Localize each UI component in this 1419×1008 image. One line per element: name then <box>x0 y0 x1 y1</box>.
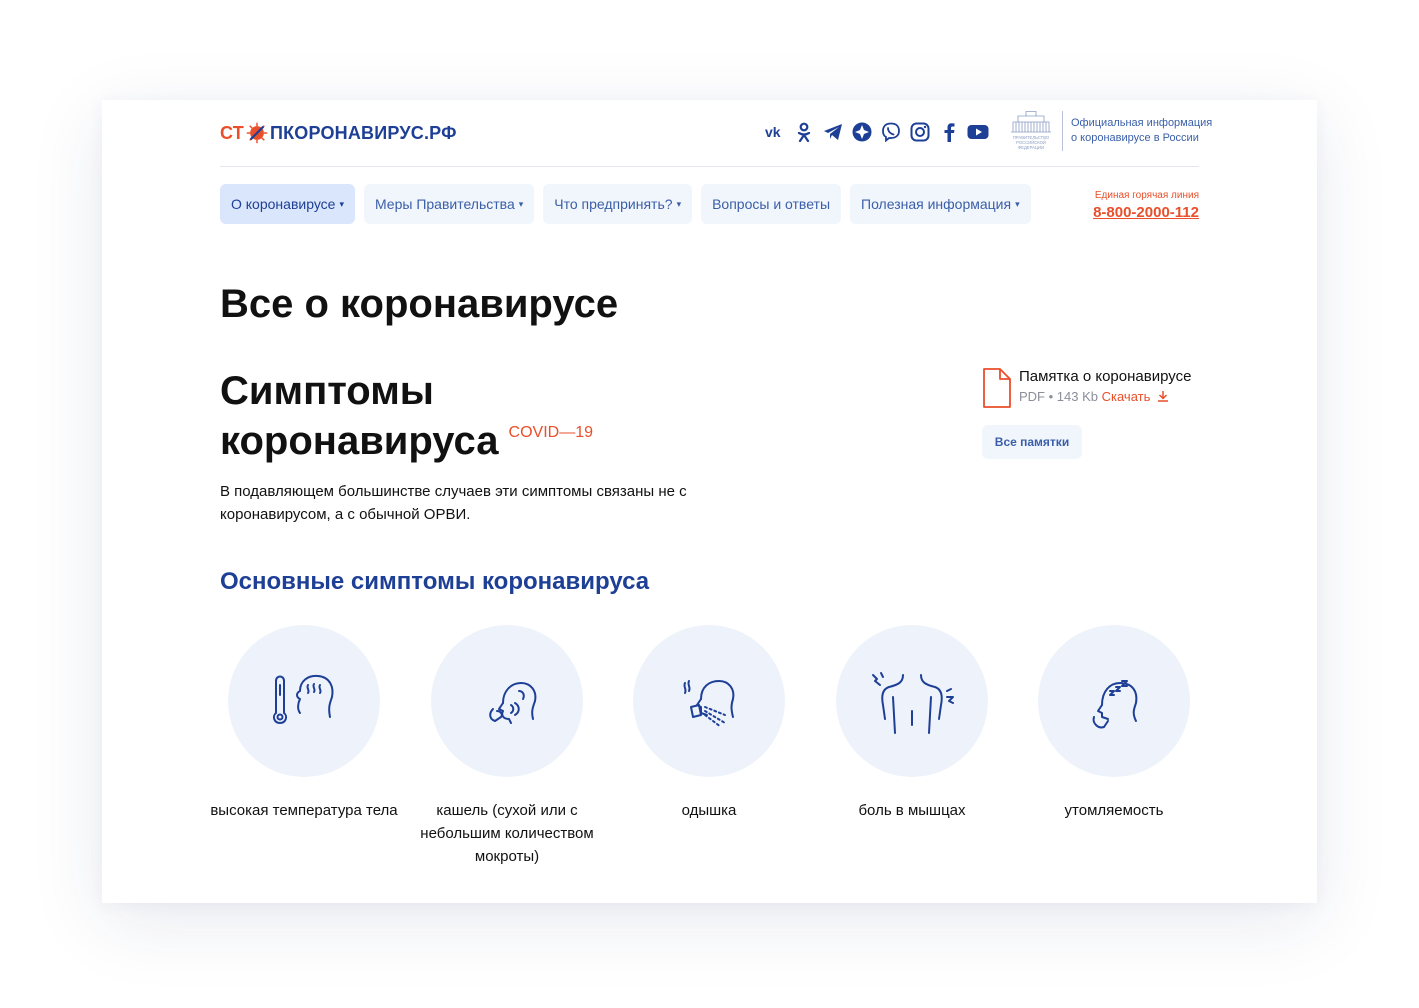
nav-item-label: О коронавирусе <box>231 196 336 212</box>
hotline-label: Единая горячая линия <box>1094 190 1199 201</box>
symptom-label: боль в мышцах <box>858 802 966 819</box>
yandex-zen-icon[interactable] <box>851 121 873 143</box>
chevron-down-icon: ▾ <box>518 198 524 209</box>
download-label: Скачать <box>1101 389 1151 404</box>
facebook-icon[interactable] <box>938 121 960 143</box>
svg-text:vk: vk <box>765 125 781 139</box>
nav-item-label: Меры Правительства <box>374 196 515 212</box>
social-links: vk <box>764 121 989 143</box>
lead-text: В подавляющем большинстве случаев эти си… <box>220 483 687 523</box>
site-logo[interactable]: СТ ПКОРОНАВИРУС.РФ <box>220 118 457 148</box>
all-memos-button[interactable]: Все памятки <box>982 425 1082 459</box>
symptom-item-breath: одышка <box>609 625 809 822</box>
youtube-icon[interactable] <box>967 121 989 143</box>
gov-info[interactable]: ПРАВИТЕЛЬСТВО РОССИЙСКОЙ ФЕДЕРАЦИИ Офици… <box>1008 110 1212 152</box>
symptom-label: утомляемость <box>1064 802 1164 819</box>
section-title-line2: коронавируса COVID—19 <box>220 416 593 466</box>
nav-item-faq[interactable]: Вопросы и ответы <box>701 184 841 224</box>
covid-tag: COVID—19 <box>508 424 593 441</box>
nav-item-about-coronavirus[interactable]: О коронавирусе ▾ <box>220 184 355 224</box>
symptoms-heading: Основные симптомы коронавируса <box>220 568 650 595</box>
section-title-line2-text: коронавируса <box>220 419 499 463</box>
chevron-down-icon: ▾ <box>1015 198 1020 209</box>
symptom-icon-circle <box>633 625 785 777</box>
download-icon <box>1157 391 1168 402</box>
symptom-label: высокая температура тела <box>210 802 398 819</box>
nav-item-useful-info[interactable]: Полезная информация ▾ <box>850 184 1031 224</box>
document-icon <box>983 368 1011 408</box>
viber-icon[interactable] <box>880 121 902 143</box>
symptom-icon-circle <box>836 625 988 777</box>
hotline: Единая горячая линия 8-800-2000-112 <box>1093 190 1199 221</box>
section-title-line1: Симптомы <box>220 369 434 413</box>
symptom-item-muscle-pain: боль в мышцах <box>812 625 1012 822</box>
telegram-icon[interactable] <box>822 121 844 143</box>
page-title: Все о коронавирусе <box>220 282 619 326</box>
symptom-label: одышка <box>681 802 737 819</box>
fatigue-icon <box>1092 680 1138 729</box>
symptom-icon-circle <box>228 625 380 777</box>
symptom-item-fever: высокая температура тела <box>204 625 404 822</box>
nav-item-label: Вопросы и ответы <box>712 196 830 212</box>
cough-icon <box>489 682 537 724</box>
muscle-pain-icon <box>872 672 954 734</box>
gov-divider <box>1062 111 1063 151</box>
memo-download: Памятка о коронавирусе PDF • 143 Kb Скач… <box>981 367 1191 409</box>
symptom-item-cough: кашель (сухой или с небольшим количество… <box>407 625 607 868</box>
memo-download-link[interactable]: Скачать <box>1102 389 1169 404</box>
nav-item-what-to-do[interactable]: Что предпринять? ▾ <box>543 184 693 224</box>
symptom-icon-circle <box>431 625 583 777</box>
government-building-icon: ПРАВИТЕЛЬСТВО РОССИЙСКОЙ ФЕДЕРАЦИИ <box>1011 111 1051 150</box>
section-title: Симптомы коронавируса COVID—19 <box>220 366 593 466</box>
symptom-item-fatigue: утомляемость <box>1014 625 1214 822</box>
nav-item-government-measures[interactable]: Меры Правительства ▾ <box>363 184 535 224</box>
nav-item-label: Что предпринять? <box>554 196 673 212</box>
memo-meta: PDF • 143 Kb <box>1019 389 1098 404</box>
memo-info: Памятка о коронавирусе PDF • 143 Kb Скач… <box>1019 367 1191 409</box>
hotline-number[interactable]: 8-800-2000-112 <box>1093 204 1199 221</box>
gov-info-text: Официальная информация о коронавирусе в … <box>1071 116 1212 146</box>
memo-title[interactable]: Памятка о коронавирусе <box>1019 367 1191 387</box>
virus-icon <box>246 122 268 144</box>
logo-text-part1: СТ <box>220 122 244 143</box>
gov-info-line1: Официальная информация <box>1071 117 1213 129</box>
thermometer-head-icon <box>272 674 334 724</box>
logo-text-part2: ПКОРОНАВИРУС.РФ <box>269 122 457 143</box>
ok-icon[interactable] <box>793 121 815 143</box>
symptom-icon-circle <box>1038 625 1190 777</box>
nav-item-label: Полезная информация <box>861 196 1012 212</box>
shortness-of-breath-icon <box>683 680 735 728</box>
chevron-down-icon: ▾ <box>339 198 344 209</box>
main-nav: О коронавирусе ▾ Меры Правительства ▾ Чт… <box>220 184 1031 224</box>
vk-icon[interactable]: vk <box>764 121 786 143</box>
chevron-down-icon: ▾ <box>676 198 682 209</box>
instagram-icon[interactable] <box>909 121 931 143</box>
gov-info-line2: о коронавирусе в России <box>1071 132 1199 144</box>
memo-meta-row: PDF • 143 Kb Скачать <box>1019 387 1191 407</box>
symptom-label: кашель (сухой или с небольшим количество… <box>420 802 594 865</box>
header-divider <box>220 166 1199 167</box>
svg-text:ФЕДЕРАЦИИ: ФЕДЕРАЦИИ <box>1018 145 1044 150</box>
